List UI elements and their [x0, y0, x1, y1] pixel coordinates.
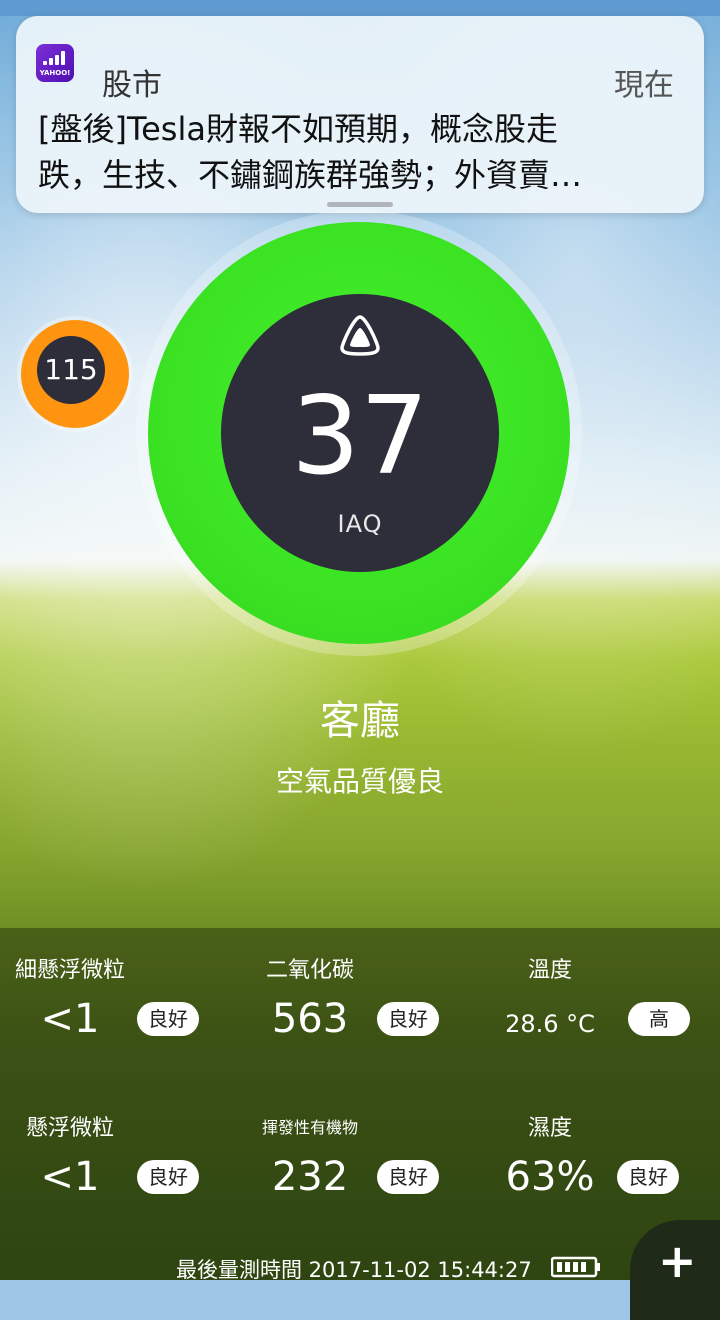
- metric-title: 懸浮微粒: [25, 1116, 114, 1141]
- app-icon-text: YAHOO!: [39, 69, 71, 77]
- status-badge: 高: [628, 1002, 690, 1036]
- status-badge: 良好: [137, 1160, 199, 1194]
- notification-app-name: 股市: [102, 68, 162, 103]
- room-name: 客廳: [320, 698, 400, 744]
- metric-title: 細懸浮微粒: [14, 958, 125, 983]
- status-badge: 良好: [137, 1002, 199, 1036]
- metric-value: <1: [40, 996, 100, 1042]
- secondary-gauge-value: 115: [37, 336, 105, 404]
- notification-grabber[interactable]: [327, 202, 393, 207]
- metric-title: 二氧化碳: [265, 958, 354, 983]
- metric-value: <1: [40, 1154, 100, 1200]
- metric-value: 563: [271, 996, 349, 1042]
- metric-value: 63%: [505, 1154, 595, 1200]
- iaq-value: 37: [291, 374, 429, 499]
- status-badge: 良好: [377, 1002, 439, 1036]
- air-quality-status: 空氣品質優良: [275, 765, 444, 798]
- iaq-gauge-center: 37 IAQ: [221, 294, 499, 572]
- add-button[interactable]: +: [630, 1220, 720, 1320]
- alert-bell-icon: [340, 315, 380, 356]
- status-badge: 良好: [617, 1160, 679, 1194]
- secondary-sensor-gauge[interactable]: 115: [17, 316, 133, 432]
- status-badge: 良好: [377, 1160, 439, 1194]
- metric-title: 濕度: [527, 1116, 572, 1141]
- status-bar: [0, 0, 720, 16]
- metrics-panel: 細懸浮微粒 <1 良好 二氧化碳 563 良好 溫度 28.6 °C 高 懸浮微…: [0, 928, 720, 1280]
- metric-value: 232: [271, 1154, 349, 1200]
- notification-banner[interactable]: YAHOO! 股市 現在 [盤後]Tesla財報不如預期，概念股走 跌，生技、不…: [16, 16, 704, 213]
- battery-icon: [551, 1256, 600, 1278]
- yahoo-finance-icon: YAHOO!: [36, 44, 74, 82]
- notification-message: [盤後]Tesla財報不如預期，概念股走 跌，生技、不鏽鋼族群強勢；外資賣…: [38, 110, 583, 194]
- metric-title: 揮發性有機物: [261, 1118, 358, 1137]
- metric-value: 28.6 °C: [505, 1010, 595, 1038]
- notification-time: 現在: [614, 68, 674, 103]
- iaq-label: IAQ: [337, 510, 383, 538]
- metric-title: 溫度: [527, 958, 572, 983]
